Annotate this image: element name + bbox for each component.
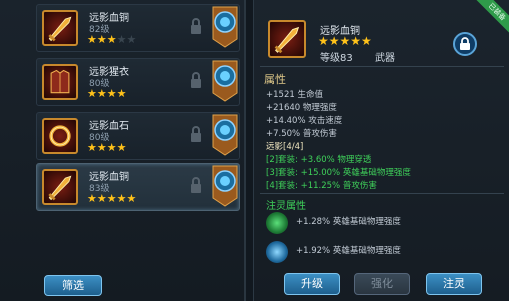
lock-icon[interactable] (189, 17, 203, 35)
detail-header: 远影血铜 ★★★★★ 等级83 武器 (254, 6, 502, 64)
detail-level: 等级83 (320, 53, 353, 64)
lock-icon (460, 37, 470, 50)
attribute-line: +7.50% 普攻伤害 (266, 129, 337, 139)
divider (260, 193, 504, 194)
gem-slot-icon (212, 165, 238, 207)
item-stars: ★★★★★ (87, 192, 137, 205)
set-bonus-line: [2]套装: +3.60% 物理穿透 (266, 155, 372, 165)
sword-icon (42, 169, 78, 205)
infuse-stat-line: +1.28% 英雄基础物理强度 (296, 217, 401, 227)
lock-button[interactable] (453, 32, 477, 56)
lock-icon[interactable] (189, 125, 203, 143)
set-title: 远影[4/4] (266, 142, 304, 152)
sword-icon (268, 20, 306, 58)
enhance-button[interactable]: 强化 (354, 273, 410, 295)
inventory-item[interactable]: 远影血石 80级 ★★★★ (36, 112, 240, 160)
ring-icon (42, 118, 78, 154)
armor-icon (42, 64, 78, 100)
attribute-line: +14.40% 攻击速度 (266, 116, 343, 126)
sword-icon (42, 10, 78, 46)
inventory-item[interactable]: 远影血铜 82级 ★★★★★ (36, 4, 240, 52)
detail-type: 武器 (375, 53, 395, 64)
gem-slot-icon (212, 60, 238, 102)
gem-slot-icon (212, 6, 238, 48)
infuse-button[interactable]: 注灵 (426, 273, 482, 295)
set-bonus-line: [4]套装: +11.25% 普攻伤害 (266, 181, 377, 191)
infuse-title: 注灵属性 (266, 201, 306, 212)
set-bonus-line: [3]套装: +15.00% 英雄基础物理强度 (266, 168, 411, 178)
attributes-title: 属性 (264, 73, 286, 86)
item-stars: ★★★★ (87, 87, 127, 100)
green-aura-icon (266, 212, 288, 234)
item-stars: ★★★★★ (87, 33, 137, 46)
item-stars: ★★★★ (87, 141, 127, 154)
infuse-stat-line: +1.92% 英雄基础物理强度 (296, 246, 401, 256)
divider (260, 66, 504, 67)
gem-slot-icon (212, 114, 238, 156)
blue-aura-icon (266, 241, 288, 263)
lock-icon[interactable] (189, 71, 203, 89)
detail-stars: ★★★★★ (318, 34, 372, 48)
item-detail-panel: 已装备 远影血铜 ★★★★★ 等级83 武器 属性 +1521 生命值 +216… (253, 0, 509, 301)
inventory-panel: 远影血铜 82级 ★★★★★ 远影猩衣 80级 ★★★★ 远影血石 80级 ★★… (0, 0, 246, 301)
inventory-item-selected[interactable]: 远影血铜 83级 ★★★★★ (36, 163, 240, 211)
lock-icon[interactable] (189, 176, 203, 194)
attribute-line: +1521 生命值 (266, 90, 323, 100)
attribute-line: +21640 物理强度 (266, 103, 337, 113)
filter-button[interactable]: 筛选 (44, 275, 102, 296)
inventory-item[interactable]: 远影猩衣 80级 ★★★★ (36, 58, 240, 106)
upgrade-button[interactable]: 升级 (284, 273, 340, 295)
